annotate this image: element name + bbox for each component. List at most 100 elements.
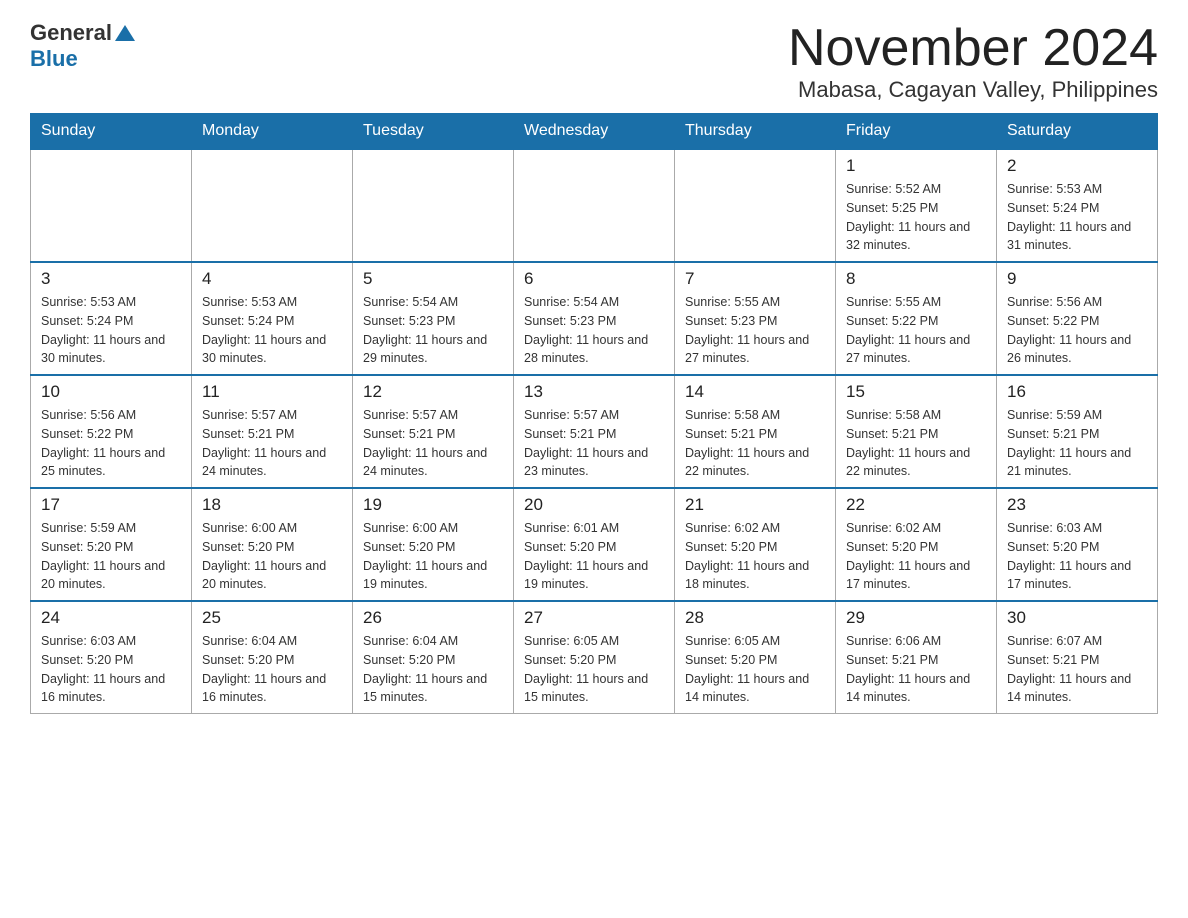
day-info: Sunrise: 6:03 AM Sunset: 5:20 PM Dayligh… [41, 632, 181, 707]
day-info: Sunrise: 6:05 AM Sunset: 5:20 PM Dayligh… [685, 632, 825, 707]
day-info: Sunrise: 5:55 AM Sunset: 5:22 PM Dayligh… [846, 293, 986, 368]
calendar-cell: 21 Sunrise: 6:02 AM Sunset: 5:20 PM Dayli… [675, 488, 836, 601]
logo-triangle-icon [114, 23, 136, 45]
logo: General Blue [30, 20, 136, 72]
calendar-cell: 19 Sunrise: 6:00 AM Sunset: 5:20 PM Dayli… [353, 488, 514, 601]
day-info: Sunrise: 6:00 AM Sunset: 5:20 PM Dayligh… [363, 519, 503, 594]
calendar-cell: 5 Sunrise: 5:54 AM Sunset: 5:23 PM Daylig… [353, 262, 514, 375]
calendar-cell [675, 149, 836, 262]
day-number: 15 [846, 382, 986, 402]
day-number: 18 [202, 495, 342, 515]
day-info: Sunrise: 6:04 AM Sunset: 5:20 PM Dayligh… [363, 632, 503, 707]
calendar-cell: 29 Sunrise: 6:06 AM Sunset: 5:21 PM Dayli… [836, 601, 997, 714]
day-info: Sunrise: 6:00 AM Sunset: 5:20 PM Dayligh… [202, 519, 342, 594]
header-row: SundayMondayTuesdayWednesdayThursdayFrid… [31, 114, 1158, 150]
calendar-cell: 1 Sunrise: 5:52 AM Sunset: 5:25 PM Daylig… [836, 149, 997, 262]
day-number: 5 [363, 269, 503, 289]
header-wednesday: Wednesday [514, 114, 675, 150]
day-info: Sunrise: 6:04 AM Sunset: 5:20 PM Dayligh… [202, 632, 342, 707]
calendar-cell: 24 Sunrise: 6:03 AM Sunset: 5:20 PM Dayli… [31, 601, 192, 714]
day-number: 22 [846, 495, 986, 515]
day-number: 8 [846, 269, 986, 289]
day-number: 11 [202, 382, 342, 402]
day-number: 3 [41, 269, 181, 289]
calendar-cell: 25 Sunrise: 6:04 AM Sunset: 5:20 PM Dayli… [192, 601, 353, 714]
calendar-cell [31, 149, 192, 262]
calendar-cell: 17 Sunrise: 5:59 AM Sunset: 5:20 PM Dayli… [31, 488, 192, 601]
day-number: 14 [685, 382, 825, 402]
calendar-cell: 3 Sunrise: 5:53 AM Sunset: 5:24 PM Daylig… [31, 262, 192, 375]
calendar-cell: 14 Sunrise: 5:58 AM Sunset: 5:21 PM Dayli… [675, 375, 836, 488]
calendar-cell: 28Sunrise: 6:05 AM Sunset: 5:20 PM Dayli… [675, 601, 836, 714]
day-number: 27 [524, 608, 664, 628]
day-info: Sunrise: 5:53 AM Sunset: 5:24 PM Dayligh… [202, 293, 342, 368]
day-number: 12 [363, 382, 503, 402]
day-number: 20 [524, 495, 664, 515]
day-info: Sunrise: 5:58 AM Sunset: 5:21 PM Dayligh… [685, 406, 825, 481]
day-info: Sunrise: 5:53 AM Sunset: 5:24 PM Dayligh… [1007, 180, 1147, 255]
day-number: 16 [1007, 382, 1147, 402]
day-info: Sunrise: 6:06 AM Sunset: 5:21 PM Dayligh… [846, 632, 986, 707]
calendar-cell: 15 Sunrise: 5:58 AM Sunset: 5:21 PM Dayli… [836, 375, 997, 488]
calendar-cell: 20 Sunrise: 6:01 AM Sunset: 5:20 PM Dayli… [514, 488, 675, 601]
page-header: General Blue November 2024 Mabasa, Cagay… [30, 20, 1158, 103]
day-info: Sunrise: 6:02 AM Sunset: 5:20 PM Dayligh… [685, 519, 825, 594]
day-number: 17 [41, 495, 181, 515]
location-title: Mabasa, Cagayan Valley, Philippines [788, 77, 1158, 103]
day-number: 4 [202, 269, 342, 289]
calendar-cell [192, 149, 353, 262]
calendar-cell [353, 149, 514, 262]
calendar-cell: 9 Sunrise: 5:56 AM Sunset: 5:22 PM Daylig… [997, 262, 1158, 375]
day-info: Sunrise: 5:54 AM Sunset: 5:23 PM Dayligh… [363, 293, 503, 368]
header-tuesday: Tuesday [353, 114, 514, 150]
day-info: Sunrise: 5:53 AM Sunset: 5:24 PM Dayligh… [41, 293, 181, 368]
day-number: 1 [846, 156, 986, 176]
week-row-2: 3 Sunrise: 5:53 AM Sunset: 5:24 PM Daylig… [31, 262, 1158, 375]
calendar-cell: 27 Sunrise: 6:05 AM Sunset: 5:20 PM Dayli… [514, 601, 675, 714]
day-info: Sunrise: 5:56 AM Sunset: 5:22 PM Dayligh… [41, 406, 181, 481]
day-number: 9 [1007, 269, 1147, 289]
day-info: Sunrise: 5:54 AM Sunset: 5:23 PM Dayligh… [524, 293, 664, 368]
month-title: November 2024 [788, 20, 1158, 77]
header-friday: Friday [836, 114, 997, 150]
day-number: 26 [363, 608, 503, 628]
day-number: 6 [524, 269, 664, 289]
day-info: Sunrise: 6:01 AM Sunset: 5:20 PM Dayligh… [524, 519, 664, 594]
calendar-cell: 6 Sunrise: 5:54 AM Sunset: 5:23 PM Daylig… [514, 262, 675, 375]
day-number: 19 [363, 495, 503, 515]
day-info: Sunrise: 5:52 AM Sunset: 5:25 PM Dayligh… [846, 180, 986, 255]
calendar-cell: 11Sunrise: 5:57 AM Sunset: 5:21 PM Dayli… [192, 375, 353, 488]
day-info: Sunrise: 5:59 AM Sunset: 5:20 PM Dayligh… [41, 519, 181, 594]
calendar-cell: 7Sunrise: 5:55 AM Sunset: 5:23 PM Daylig… [675, 262, 836, 375]
day-info: Sunrise: 5:58 AM Sunset: 5:21 PM Dayligh… [846, 406, 986, 481]
calendar-cell: 22 Sunrise: 6:02 AM Sunset: 5:20 PM Dayli… [836, 488, 997, 601]
calendar-cell: 13Sunrise: 5:57 AM Sunset: 5:21 PM Dayli… [514, 375, 675, 488]
calendar-cell: 26 Sunrise: 6:04 AM Sunset: 5:20 PM Dayli… [353, 601, 514, 714]
calendar-cell [514, 149, 675, 262]
day-number: 29 [846, 608, 986, 628]
logo-general: General [30, 20, 112, 46]
day-info: Sunrise: 5:55 AM Sunset: 5:23 PM Dayligh… [685, 293, 825, 368]
day-info: Sunrise: 6:05 AM Sunset: 5:20 PM Dayligh… [524, 632, 664, 707]
day-number: 10 [41, 382, 181, 402]
day-info: Sunrise: 6:03 AM Sunset: 5:20 PM Dayligh… [1007, 519, 1147, 594]
week-row-1: 1 Sunrise: 5:52 AM Sunset: 5:25 PM Daylig… [31, 149, 1158, 262]
week-row-5: 24 Sunrise: 6:03 AM Sunset: 5:20 PM Dayli… [31, 601, 1158, 714]
calendar-cell: 8 Sunrise: 5:55 AM Sunset: 5:22 PM Daylig… [836, 262, 997, 375]
calendar-cell: 16Sunrise: 5:59 AM Sunset: 5:21 PM Dayli… [997, 375, 1158, 488]
calendar-cell: 10 Sunrise: 5:56 AM Sunset: 5:22 PM Dayli… [31, 375, 192, 488]
week-row-4: 17 Sunrise: 5:59 AM Sunset: 5:20 PM Dayli… [31, 488, 1158, 601]
calendar-table: SundayMondayTuesdayWednesdayThursdayFrid… [30, 113, 1158, 714]
day-number: 25 [202, 608, 342, 628]
calendar-cell: 30Sunrise: 6:07 AM Sunset: 5:21 PM Dayli… [997, 601, 1158, 714]
logo-blue: Blue [30, 46, 78, 72]
calendar-cell: 4 Sunrise: 5:53 AM Sunset: 5:24 PM Daylig… [192, 262, 353, 375]
day-number: 24 [41, 608, 181, 628]
calendar-cell: 18 Sunrise: 6:00 AM Sunset: 5:20 PM Dayli… [192, 488, 353, 601]
title-section: November 2024 Mabasa, Cagayan Valley, Ph… [788, 20, 1158, 103]
day-info: Sunrise: 5:56 AM Sunset: 5:22 PM Dayligh… [1007, 293, 1147, 368]
header-saturday: Saturday [997, 114, 1158, 150]
day-number: 30 [1007, 608, 1147, 628]
day-number: 21 [685, 495, 825, 515]
day-info: Sunrise: 6:02 AM Sunset: 5:20 PM Dayligh… [846, 519, 986, 594]
